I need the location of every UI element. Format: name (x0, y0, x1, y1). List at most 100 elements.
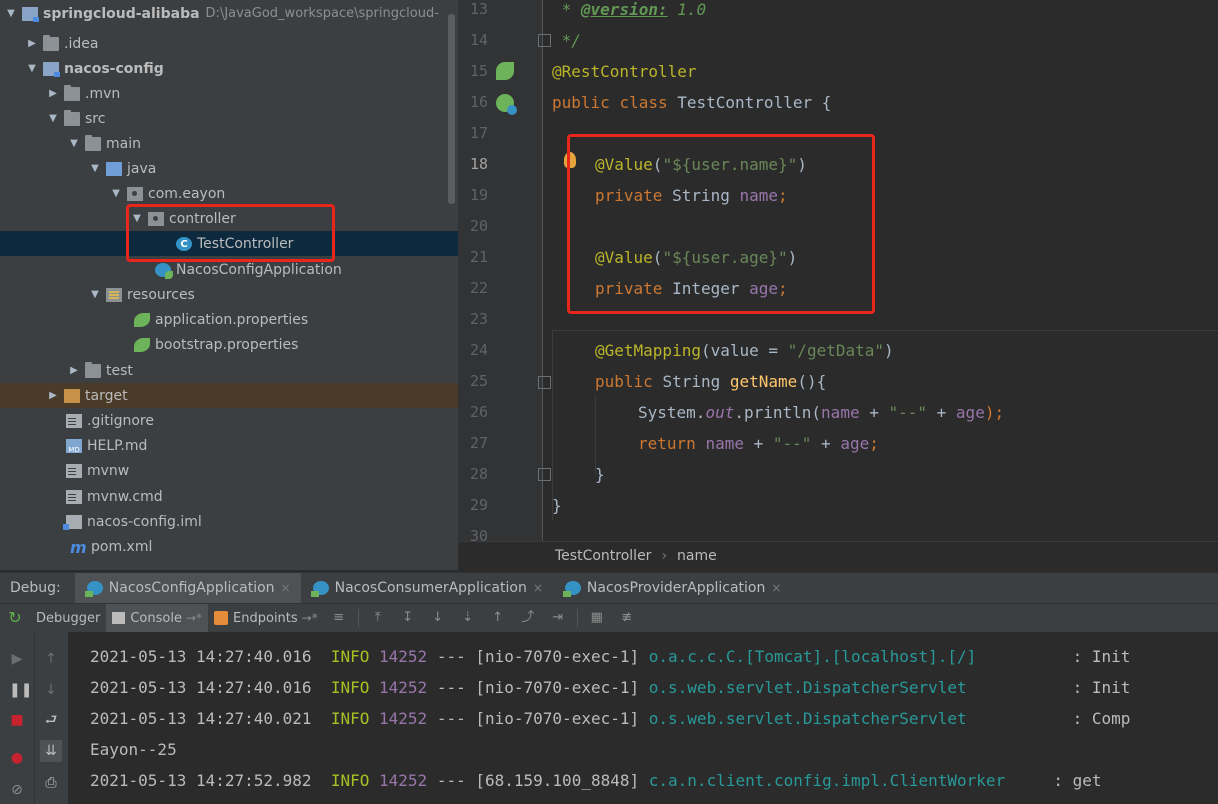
expand-arrow-icon[interactable]: ▼ (109, 188, 123, 199)
console-side-toolbar: ↑ ↓ ⮐ ⇊ ⎙ (34, 632, 68, 804)
tree-item-gitignore[interactable]: .gitignore (0, 408, 458, 433)
expand-arrow-icon[interactable]: ▼ (25, 63, 39, 74)
string-text: "/getData" (787, 341, 884, 360)
tree-item-label: java (127, 160, 157, 177)
evaluate-expression-icon[interactable]: ▦ (589, 610, 605, 626)
tab-nacos-provider-application[interactable]: NacosProviderApplication × (553, 573, 792, 604)
expand-arrow-icon[interactable]: ▶ (67, 365, 81, 376)
log-pid: 14252 (379, 771, 428, 790)
expand-arrow-icon[interactable]: ▼ (88, 289, 102, 300)
tree-item-mvnw-cmd[interactable]: mvnw.cmd (0, 484, 458, 509)
tree-item-help-md[interactable]: MD HELP.md (0, 433, 458, 458)
tree-item-test[interactable]: ▶ test (0, 358, 458, 383)
log-thread: [nio-7070-exec-1] (475, 709, 640, 728)
scroll-to-end-icon[interactable]: ⇊ (40, 740, 62, 762)
print-icon[interactable]: ⎙ (43, 775, 59, 791)
tree-item-application-properties[interactable]: application.properties (0, 307, 458, 332)
debug-tab-bar: Debug: NacosConfigApplication × NacosCon… (0, 572, 1218, 604)
code-line-25: public String getName(){ (595, 370, 826, 394)
expand-arrow-icon[interactable]: ▶ (46, 88, 60, 99)
expand-arrow-icon[interactable]: ▶ (25, 38, 39, 49)
tree-item-mvn[interactable]: ▶ .mvn (0, 81, 458, 106)
folder-icon (85, 361, 101, 378)
code-line-27: return name + "--" + age; (638, 432, 879, 456)
trace-icon[interactable]: ≢ (619, 610, 635, 626)
expand-arrow-icon[interactable]: ▼ (67, 138, 81, 149)
run-to-cursor-icon[interactable]: ⇥ (550, 610, 566, 626)
log-separator: --- (436, 647, 466, 666)
tree-item-mvnw[interactable]: mvnw (0, 458, 458, 483)
expand-arrow-icon[interactable]: ▼ (4, 8, 18, 19)
layout-icon[interactable]: ≡ (331, 610, 347, 626)
stop-icon[interactable]: ■ (9, 712, 25, 728)
log-logger: o.s.web.servlet.DispatcherServlet (648, 709, 967, 728)
view-breakpoints-icon[interactable]: ● (9, 750, 25, 766)
tree-item-resources[interactable]: ▼ resources (0, 282, 458, 307)
tree-item-pom-xml[interactable]: m pom.xml (0, 534, 458, 559)
drop-frame-icon[interactable]: ⤴ (520, 610, 536, 626)
line-number: 28 (469, 465, 488, 483)
resume-icon[interactable]: ▶ (9, 651, 25, 667)
pause-icon[interactable]: ❚❚ (9, 682, 32, 698)
expand-arrow-icon[interactable]: ▼ (88, 163, 102, 174)
tree-item-bootstrap-properties[interactable]: bootstrap.properties (0, 332, 458, 357)
tree-item-com-eayon[interactable]: ▼ com.eayon (0, 181, 458, 206)
line-number: 19 (469, 186, 488, 204)
breadcrumb-class[interactable]: TestController (555, 548, 651, 564)
step-out-icon[interactable]: ↑ (490, 610, 506, 626)
spring-bean-gutter-icon[interactable] (496, 62, 514, 80)
tree-item-label: main (106, 135, 141, 152)
step-over-icon[interactable]: ↧ (400, 610, 416, 626)
comment-text: * (552, 0, 581, 19)
spring-controller-gutter-icon[interactable] (496, 94, 517, 115)
close-icon[interactable]: × (281, 581, 291, 595)
tree-item-nacos-config[interactable]: ▼ nacos-config (0, 56, 458, 81)
close-icon[interactable]: × (771, 581, 781, 595)
down-arrow-icon[interactable]: ↓ (43, 682, 59, 698)
console-tab[interactable]: Console →* (106, 603, 209, 633)
breadcrumb-separator: › (661, 548, 668, 564)
project-scrollbar[interactable] (448, 14, 455, 204)
expand-arrow-icon[interactable]: ▶ (46, 390, 60, 401)
soft-wrap-icon[interactable]: ⮐ (43, 712, 59, 728)
pin-icon[interactable]: →* (302, 611, 318, 625)
fold-marker-icon[interactable] (538, 468, 551, 481)
tab-label: NacosProviderApplication (586, 580, 766, 596)
tree-item-idea[interactable]: ▶ .idea (0, 31, 458, 56)
pin-icon[interactable]: →* (186, 611, 202, 625)
log-line: 2021-05-13 14:27:52.982 INFO 14252 --- [… (90, 769, 1102, 793)
close-icon[interactable]: × (533, 581, 543, 595)
tree-item-target[interactable]: ▶ target (0, 383, 458, 408)
tab-nacos-consumer-application[interactable]: NacosConsumerApplication × (301, 573, 553, 604)
debugger-tab[interactable]: Debugger (30, 604, 106, 633)
force-step-into-icon[interactable]: ⇣ (460, 610, 476, 626)
endpoints-tab[interactable]: Endpoints →* (208, 604, 324, 633)
code-line-26: System.out.println(name + "--" + age); (638, 401, 1004, 425)
tree-item-nacos-config-iml[interactable]: nacos-config.iml (0, 509, 458, 534)
tree-item-main[interactable]: ▼ main (0, 131, 458, 156)
tab-nacos-config-application[interactable]: NacosConfigApplication × (74, 572, 301, 604)
tree-item-springcloud-alibaba[interactable]: ▼ springcloud-alibaba D:\JavaGod_workspa… (0, 1, 458, 26)
console-output[interactable]: 2021-05-13 14:27:40.016 INFO 14252 --- [… (68, 632, 1218, 804)
rerun-icon[interactable]: ↻ (7, 610, 23, 626)
file-icon (66, 413, 82, 428)
breadcrumb-field[interactable]: name (677, 548, 717, 564)
show-execution-point-icon[interactable]: ⤒ (370, 610, 386, 626)
tree-item-java[interactable]: ▼ java (0, 156, 458, 181)
tree-item-label: NacosConfigApplication (176, 261, 342, 278)
log-line: 2021-05-13 14:27:40.016 INFO 14252 --- [… (90, 645, 1130, 669)
fold-marker-icon[interactable] (538, 376, 551, 389)
tree-item-label: nacos-config.iml (87, 513, 202, 530)
expand-arrow-icon[interactable]: ▼ (46, 113, 60, 124)
markdown-icon: MD (66, 438, 82, 454)
tree-item-src[interactable]: ▼ src (0, 106, 458, 131)
log-level: INFO (330, 678, 370, 697)
code-line-14: */ (552, 29, 581, 53)
fold-marker-icon[interactable] (538, 34, 551, 47)
mute-breakpoints-icon[interactable]: ⊘ (9, 782, 25, 798)
log-thread: [nio-7070-exec-1] (475, 647, 640, 666)
spring-boot-app-icon (562, 581, 581, 597)
log-message: : Init (1072, 678, 1131, 697)
step-into-icon[interactable]: ↓ (430, 610, 446, 626)
up-arrow-icon[interactable]: ↑ (43, 651, 59, 667)
